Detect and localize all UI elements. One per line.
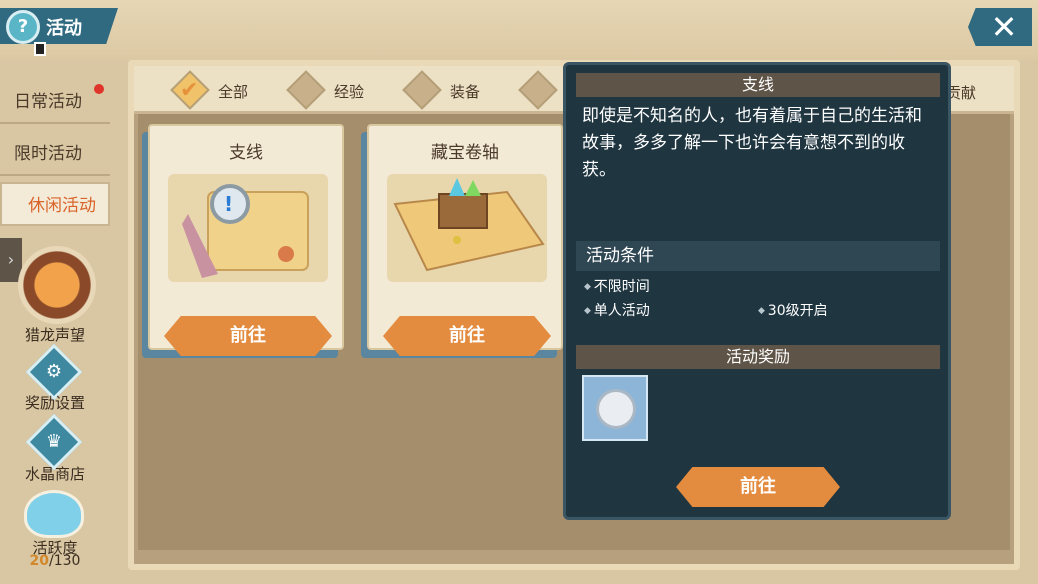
- activity-card-side-quest[interactable]: 支线 ! 前往: [148, 124, 344, 356]
- filter-equip[interactable]: 装备: [450, 79, 480, 105]
- top-background: [0, 0, 1038, 60]
- mascot-icon[interactable]: [24, 490, 84, 538]
- treasure-map-icon: [387, 174, 547, 282]
- check-icon: ✔: [180, 78, 199, 103]
- help-icon[interactable]: ?: [6, 10, 40, 44]
- detail-go-button[interactable]: 前往: [676, 467, 840, 507]
- notification-badge: [94, 84, 104, 94]
- crystal-shop-icon[interactable]: ♛: [25, 413, 83, 471]
- go-button[interactable]: 前往: [383, 316, 551, 356]
- conditions-header: 活动条件: [576, 241, 940, 271]
- detail-title: 支线: [576, 73, 940, 97]
- activity-count: 20/130: [29, 553, 81, 569]
- side-label-reward-settings: 奖励设置: [24, 394, 85, 412]
- side-quest-scroll-icon: !: [168, 174, 328, 282]
- detail-description: 即使是不知名的人，也有着属于自己的生活和故事，多多了解一下也许会有意想不到的收获…: [582, 106, 922, 180]
- filter-all[interactable]: 全部: [218, 79, 248, 105]
- page-title: 活动: [46, 18, 82, 39]
- card-title: 支线: [229, 143, 263, 163]
- filter-exp[interactable]: 经验: [334, 79, 364, 105]
- silver-coin-icon: [596, 389, 636, 429]
- card-title: 藏宝卷轴: [431, 143, 499, 163]
- reward-slot[interactable]: [582, 375, 648, 441]
- nav-item-limited[interactable]: 限时活动: [0, 132, 110, 176]
- condition-item: 30级开启: [758, 300, 828, 320]
- side-label-dragon: 猎龙声望: [24, 326, 85, 344]
- go-button[interactable]: 前往: [164, 316, 332, 356]
- activity-card-treasure-map[interactable]: 藏宝卷轴 前往: [367, 124, 563, 356]
- detail-panel: 支线 即使是不知名的人，也有着属于自己的生活和故事，多多了解一下也许会有意想不到…: [563, 62, 951, 520]
- dragon-emblem-icon[interactable]: [18, 246, 96, 324]
- nav-item-casual[interactable]: 休闲活动: [0, 182, 110, 226]
- side-label-crystal-shop: 水晶商店: [24, 465, 85, 483]
- document-icon: [34, 42, 46, 56]
- svg-text:!: !: [224, 192, 233, 216]
- condition-item: 单人活动: [584, 300, 650, 320]
- condition-item: 不限时间: [584, 276, 650, 296]
- rewards-header: 活动奖励: [576, 345, 940, 369]
- close-button[interactable]: ✕: [968, 8, 1032, 46]
